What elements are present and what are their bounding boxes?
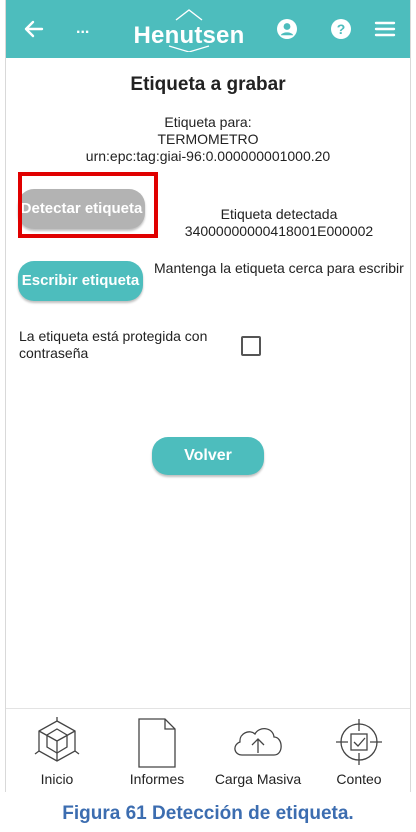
top-app-bar: ... Henutsen ? <box>6 0 410 58</box>
arrow-left-icon[interactable] <box>18 14 48 44</box>
logo-text: Henutsen <box>133 22 245 49</box>
detected-value: 34000000000418001E000002 <box>184 223 374 239</box>
bottom-nav: Inicio Informes Carga Masiva Conteo <box>6 708 410 792</box>
nav-label-conteo: Conteo <box>336 771 382 787</box>
tag-name: TERMOMETRO <box>157 131 259 147</box>
nav-label-carga-masiva: Carga Masiva <box>214 771 302 787</box>
document-icon <box>135 717 179 774</box>
back-button[interactable]: Volver <box>152 437 264 475</box>
nav-item-conteo[interactable]: Conteo <box>318 709 400 792</box>
henutsen-logo: Henutsen <box>124 8 254 52</box>
tag-info: Etiqueta para: TERMOMETRO urn:epc:tag:gi… <box>6 114 410 165</box>
question-circle-icon[interactable]: ? <box>326 14 356 44</box>
highlight-box <box>18 172 158 238</box>
detected-tag-info: Etiqueta detectada 34000000000418001E000… <box>164 206 394 240</box>
nav-label-informes: Informes <box>129 771 185 787</box>
hamburger-menu-icon[interactable] <box>370 14 400 44</box>
tag-urn: urn:epc:tag:giai-96:0.000000001000.20 <box>85 148 331 164</box>
cube-home-icon <box>33 717 81 770</box>
figure-caption: Figura 61 Detección de etiqueta. <box>62 803 354 824</box>
nav-item-carga-masiva[interactable]: Carga Masiva <box>212 709 304 792</box>
user-circle-icon[interactable] <box>272 14 302 44</box>
nav-label-inicio: Inicio <box>40 771 74 787</box>
password-protected-label: La etiqueta está protegida con contraseñ… <box>19 328 208 361</box>
password-protected-checkbox[interactable] <box>241 336 261 356</box>
page-title: Etiqueta a grabar <box>130 74 286 95</box>
write-hint: Mantenga la etiqueta cerca para escribir <box>154 260 404 276</box>
more-button[interactable]: ... <box>76 20 89 38</box>
tag-for-label: Etiqueta para: <box>164 114 252 130</box>
write-tag-button[interactable]: Escribir etiqueta <box>18 261 143 301</box>
cloud-upload-icon <box>230 721 286 766</box>
nav-item-informes[interactable]: Informes <box>116 709 198 792</box>
main-content: Etiqueta a grabar Etiqueta para: TERMOME… <box>6 58 410 708</box>
phone-screen: ... Henutsen ? Etiqueta a grabar Etiquet… <box>5 0 411 792</box>
svg-text:?: ? <box>337 21 346 37</box>
nav-item-inicio[interactable]: Inicio <box>16 709 98 792</box>
detected-label: Etiqueta detectada <box>220 206 338 222</box>
target-check-icon <box>334 717 384 772</box>
